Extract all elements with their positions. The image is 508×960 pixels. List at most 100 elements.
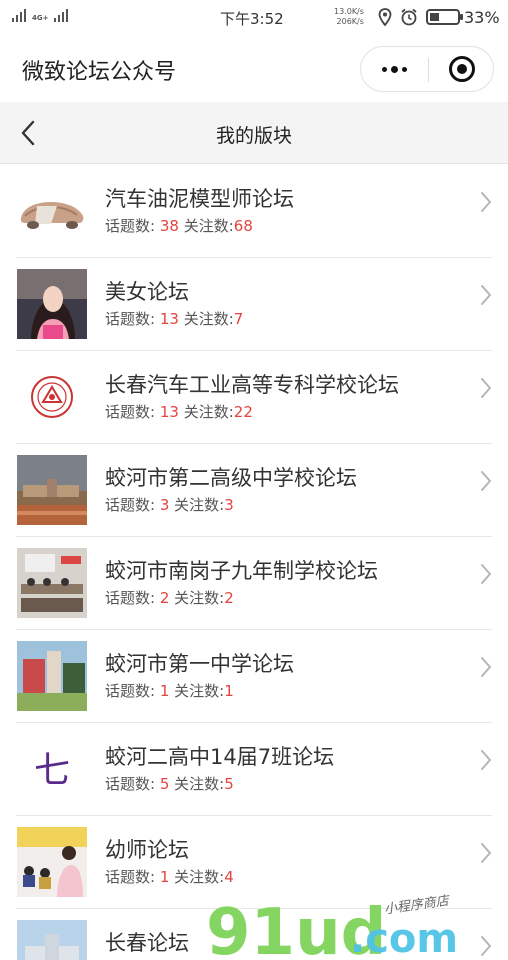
topics-count: 38 bbox=[159, 217, 179, 235]
chevron-right-icon bbox=[480, 842, 494, 864]
topics-label: 话题数: bbox=[105, 868, 156, 886]
topics-count: 1 bbox=[159, 682, 170, 700]
topics-count: 2 bbox=[159, 589, 170, 607]
follows-label: 关注数: bbox=[183, 217, 234, 235]
forum-stats: 话题数: 13 关注数:7 bbox=[105, 308, 243, 329]
chevron-right-icon bbox=[480, 656, 494, 678]
follows-label: 关注数: bbox=[183, 403, 234, 421]
topics-label: 话题数: bbox=[105, 682, 156, 700]
forum-list: 汽车油泥模型师论坛 话题数: 38 关注数:68 美女论坛 话题数: 13 关注数:7… bbox=[0, 165, 508, 960]
forum-thumbnail bbox=[17, 641, 87, 711]
chevron-right-icon bbox=[480, 563, 494, 585]
forum-item[interactable]: 幼师论坛话题数: 1 关注数:4 bbox=[0, 816, 508, 909]
topics-count: 5 bbox=[159, 775, 170, 793]
topics-label: 话题数: bbox=[105, 775, 156, 793]
battery-fill bbox=[430, 13, 439, 21]
forum-stats: 话题数: 3 关注数:3 bbox=[105, 494, 234, 515]
app-title: 微致论坛公众号 bbox=[22, 60, 177, 85]
speed-down: 206K/s bbox=[336, 17, 364, 26]
topics-label: 话题数: bbox=[105, 310, 156, 328]
follows-label: 关注数: bbox=[174, 589, 225, 607]
app-bar: 微致论坛公众号 bbox=[0, 36, 508, 102]
signal-bars-2-icon bbox=[54, 8, 69, 22]
follows-label: 关注数: bbox=[174, 496, 225, 514]
forum-name: 蛟河市第一中学论坛 bbox=[105, 652, 294, 676]
chevron-right-icon bbox=[480, 377, 494, 399]
forum-name: 幼师论坛 bbox=[105, 838, 189, 862]
forum-thumbnail-char: 七 bbox=[34, 750, 70, 791]
forum-item[interactable]: 七 蛟河二高中14届7班论坛 话题数: 5 关注数:5 bbox=[0, 723, 508, 816]
follows-count: 4 bbox=[224, 868, 234, 886]
forum-name: 蛟河市南岗子九年制学校论坛 bbox=[105, 559, 378, 583]
chevron-right-icon bbox=[480, 470, 494, 492]
more-button[interactable] bbox=[361, 47, 427, 91]
network-type: 4G+ bbox=[32, 14, 49, 22]
forum-thumbnail bbox=[17, 455, 87, 525]
forum-thumbnail bbox=[17, 920, 87, 960]
follows-count: 1 bbox=[224, 682, 234, 700]
signal-indicators: 4G+ bbox=[12, 8, 69, 22]
follows-count: 7 bbox=[233, 310, 244, 328]
forum-stats: 话题数: 5 关注数:5 bbox=[105, 773, 234, 794]
status-time: 下午3:52 bbox=[220, 10, 284, 28]
forum-name: 长春汽车工业高等专科学校论坛 bbox=[105, 373, 399, 397]
page-title: 我的版块 bbox=[215, 125, 292, 147]
forum-stats: 话题数: 1 关注数:4 bbox=[105, 866, 234, 887]
forum-name: 长春论坛 bbox=[105, 931, 189, 955]
topics-label: 话题数: bbox=[105, 403, 156, 421]
location-icon bbox=[378, 8, 392, 26]
follows-label: 关注数: bbox=[174, 682, 225, 700]
forum-name: 蛟河市第二高级中学校论坛 bbox=[105, 466, 357, 490]
network-speed: 13.0K/s 206K/s bbox=[334, 7, 364, 27]
follows-count: 22 bbox=[233, 403, 253, 421]
topics-label: 话题数: bbox=[105, 496, 156, 514]
forum-item[interactable]: 长春论坛 bbox=[0, 909, 508, 960]
forum-item[interactable]: 汽车油泥模型师论坛 话题数: 38 关注数:68 bbox=[0, 165, 508, 258]
topics-count: 1 bbox=[159, 868, 170, 886]
forum-stats: 话题数: 13 关注数:22 bbox=[105, 401, 253, 422]
topics-label: 话题数: bbox=[105, 589, 156, 607]
forum-name: 蛟河二高中14届7班论坛 bbox=[105, 745, 335, 769]
chevron-right-icon bbox=[480, 284, 494, 306]
chevron-right-icon bbox=[480, 191, 494, 213]
follows-label: 关注数: bbox=[174, 775, 225, 793]
follows-count: 5 bbox=[224, 775, 234, 793]
chevron-right-icon bbox=[480, 935, 494, 957]
topics-count: 13 bbox=[159, 403, 179, 421]
topics-count: 13 bbox=[159, 310, 179, 328]
page-header: 我的版块 bbox=[0, 102, 508, 164]
speed-up: 13.0K/s bbox=[334, 7, 364, 16]
status-bar: 4G+ 下午3:52 13.0K/s 206K/s 33% bbox=[0, 0, 508, 36]
forum-thumbnail: 七 bbox=[17, 734, 87, 804]
forum-item[interactable]: 蛟河市南岗子九年制学校论坛 话题数: 2 关注数:2 bbox=[0, 537, 508, 630]
close-mini-program-button[interactable] bbox=[429, 47, 495, 91]
forum-thumbnail bbox=[17, 362, 87, 432]
follows-label: 关注数: bbox=[183, 310, 234, 328]
battery-percent: 33% bbox=[464, 8, 500, 27]
follows-count: 2 bbox=[224, 589, 234, 607]
battery-icon bbox=[426, 9, 463, 25]
forum-stats: 话题数: 38 关注数:68 bbox=[105, 215, 253, 236]
alarm-icon bbox=[401, 8, 417, 26]
forum-item[interactable]: 蛟河市第一中学论坛 话题数: 1 关注数:1 bbox=[0, 630, 508, 723]
forum-item[interactable]: 美女论坛话题数: 13 关注数:7 bbox=[0, 258, 508, 351]
status-icons bbox=[378, 8, 463, 26]
chevron-right-icon bbox=[480, 749, 494, 771]
forum-thumbnail bbox=[17, 827, 87, 897]
target-circle-icon bbox=[449, 56, 475, 82]
forum-thumbnail bbox=[17, 176, 87, 246]
follows-label: 关注数: bbox=[174, 868, 225, 886]
forum-name: 美女论坛 bbox=[105, 280, 189, 304]
follows-count: 3 bbox=[224, 496, 234, 514]
signal-bars-icon bbox=[12, 8, 26, 22]
forum-name: 汽车油泥模型师论坛 bbox=[105, 187, 294, 211]
forum-stats: 话题数: 1 关注数:1 bbox=[105, 680, 234, 701]
forum-item[interactable]: 蛟河市第二高级中学校论坛 话题数: 3 关注数:3 bbox=[0, 444, 508, 537]
forum-thumbnail bbox=[17, 269, 87, 339]
topics-label: 话题数: bbox=[105, 217, 156, 235]
forum-item[interactable]: 长春汽车工业高等专科学校论坛 话题数: 13 关注数:22 bbox=[0, 351, 508, 444]
mini-program-capsule bbox=[360, 46, 494, 92]
forum-stats: 话题数: 2 关注数:2 bbox=[105, 587, 234, 608]
forum-thumbnail bbox=[17, 548, 87, 618]
topics-count: 3 bbox=[159, 496, 170, 514]
